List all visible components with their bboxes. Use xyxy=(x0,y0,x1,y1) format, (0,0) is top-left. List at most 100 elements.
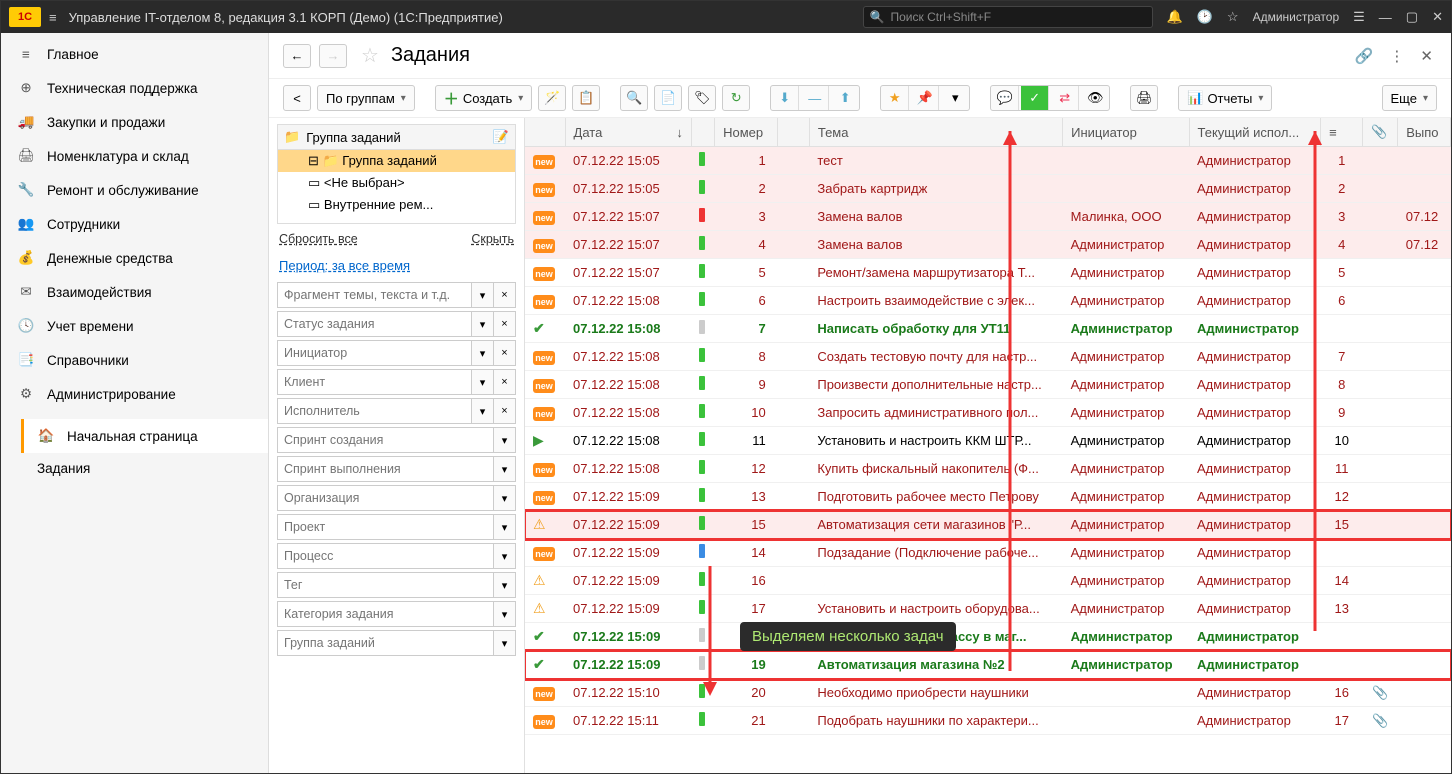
table-row[interactable]: ⚠07.12.22 15:0915Автоматизация сети мага… xyxy=(525,511,1451,539)
period-link[interactable]: Период: за все время xyxy=(277,254,516,277)
column-header[interactable]: Тема xyxy=(809,118,1062,147)
refresh-button[interactable]: ↻ xyxy=(722,85,750,111)
table-row[interactable]: ✔07.12.22 15:0918Установить ККМ на кассу… xyxy=(525,623,1451,651)
table-row[interactable]: ✔07.12.22 15:087Написать обработку для У… xyxy=(525,315,1451,343)
priority-low-button[interactable]: ⬇ xyxy=(771,86,799,110)
maximize-icon[interactable]: ▢ xyxy=(1406,9,1418,25)
priority-high-button[interactable]: ⬆ xyxy=(831,86,859,110)
comment-button[interactable]: 💬 xyxy=(991,86,1019,110)
table-row[interactable]: ▶07.12.22 15:0811Установить и настроить … xyxy=(525,427,1451,455)
table-row[interactable]: new07.12.22 15:0812Купить фискальный нак… xyxy=(525,455,1451,483)
back-button[interactable]: ← xyxy=(283,44,311,68)
menu-icon[interactable]: ≡ xyxy=(49,10,57,25)
task-table[interactable]: Дата ↓НомерТемаИнициаторТекущий испол...… xyxy=(525,118,1451,773)
table-row[interactable]: new07.12.22 15:086Настроить взаимодейств… xyxy=(525,287,1451,315)
user-name[interactable]: Администратор xyxy=(1253,10,1340,24)
column-header[interactable]: Дата ↓ xyxy=(565,118,691,147)
filter-button[interactable]: 📄 xyxy=(654,85,682,111)
pin-button[interactable]: 📌 xyxy=(911,86,939,110)
filter-dropdown-button[interactable]: ▾ xyxy=(494,485,516,511)
more-button[interactable]: Еще▾ xyxy=(1382,85,1437,111)
sidebar-sub-item-0[interactable]: 🏠Начальная страница xyxy=(21,419,268,453)
reset-filters-link[interactable]: Сбросить все xyxy=(279,232,358,246)
filter-input-4[interactable] xyxy=(277,398,472,424)
filter-input-3[interactable] xyxy=(277,369,472,395)
filter-dropdown-button[interactable]: ▾ xyxy=(494,427,516,453)
close-tab-icon[interactable]: ✕ xyxy=(1420,47,1433,65)
filter-clear-button[interactable]: × xyxy=(494,340,516,366)
bell-icon[interactable]: 🔔 xyxy=(1167,9,1183,25)
sidebar-item-0[interactable]: ≡Главное xyxy=(1,37,268,71)
collapse-button[interactable]: < xyxy=(283,85,311,111)
table-row[interactable]: new07.12.22 15:052Забрать картриджАдмини… xyxy=(525,175,1451,203)
filter-dropdown-button[interactable]: ▾ xyxy=(494,456,516,482)
group-mode-button[interactable]: По группам▾ xyxy=(317,85,415,111)
table-row[interactable]: new07.12.22 15:1020Необходимо приобрести… xyxy=(525,679,1451,707)
magic-button[interactable]: 🪄 xyxy=(538,85,566,111)
column-header[interactable]: Текущий испол... xyxy=(1189,118,1321,147)
filter-dropdown-button[interactable]: ▾ xyxy=(472,398,494,424)
table-row[interactable]: ⚠07.12.22 15:0916АдминистраторАдминистра… xyxy=(525,567,1451,595)
filter-dropdown-button[interactable]: ▾ xyxy=(494,543,516,569)
table-row[interactable]: new07.12.22 15:0810Запросить администрат… xyxy=(525,399,1451,427)
group-tree-row[interactable]: ⊟ 📁 Группа заданий xyxy=(278,150,515,172)
sidebar-sub-item-1[interactable]: Задания xyxy=(21,453,268,484)
filter-clear-button[interactable]: × xyxy=(494,311,516,337)
pin-dropdown[interactable]: ▾ xyxy=(941,86,969,110)
column-header[interactable]: Выпо xyxy=(1398,118,1451,147)
filter-dropdown-button[interactable]: ▾ xyxy=(494,630,516,656)
sidebar-item-6[interactable]: 💰Денежные средства xyxy=(1,241,268,275)
minimize-icon[interactable]: — xyxy=(1379,10,1392,25)
filter-input-0[interactable] xyxy=(277,282,472,308)
column-header[interactable] xyxy=(525,118,565,147)
settings-icon[interactable]: ☰ xyxy=(1353,9,1365,25)
filter-input-5[interactable] xyxy=(277,427,494,453)
column-header[interactable]: Номер xyxy=(715,118,778,147)
table-row[interactable]: new07.12.22 15:089Произвести дополнитель… xyxy=(525,371,1451,399)
swap-button[interactable]: ⇄ xyxy=(1051,86,1079,110)
filter-input-1[interactable] xyxy=(277,311,472,337)
filter-input-2[interactable] xyxy=(277,340,472,366)
filter-input-8[interactable] xyxy=(277,514,494,540)
forward-button[interactable]: → xyxy=(319,44,347,68)
filter-input-9[interactable] xyxy=(277,543,494,569)
sidebar-item-2[interactable]: 🚚Закупки и продажи xyxy=(1,105,268,139)
global-search[interactable]: 🔍 Поиск Ctrl+Shift+F xyxy=(863,6,1153,28)
filter-dropdown-button[interactable]: ▾ xyxy=(472,369,494,395)
copy-button[interactable]: 📋 xyxy=(572,85,600,111)
filter-dropdown-button[interactable]: ▾ xyxy=(494,572,516,598)
favorite-icon[interactable]: ☆ xyxy=(361,43,379,68)
sidebar-item-8[interactable]: 🕓Учет времени xyxy=(1,309,268,343)
filter-clear-button[interactable]: × xyxy=(494,282,516,308)
sidebar-item-10[interactable]: ⚙Администрирование xyxy=(1,377,268,411)
filter-input-11[interactable] xyxy=(277,601,494,627)
column-header[interactable]: ≡ xyxy=(1321,118,1363,147)
group-tree-row[interactable]: ▭ Внутренние рем... xyxy=(278,194,515,216)
star-button[interactable]: ★ xyxy=(881,86,909,110)
table-row[interactable]: new07.12.22 15:088Создать тестовую почту… xyxy=(525,343,1451,371)
hide-filters-link[interactable]: Скрыть xyxy=(471,232,514,246)
more-menu-icon[interactable]: ⋮ xyxy=(1389,47,1404,65)
table-row[interactable]: new07.12.22 15:0914Подзадание (Подключен… xyxy=(525,539,1451,567)
column-header[interactable] xyxy=(778,118,810,147)
sidebar-item-5[interactable]: 👥Сотрудники xyxy=(1,207,268,241)
reports-button[interactable]: 📊 Отчеты▾ xyxy=(1178,85,1272,111)
group-tree-row[interactable]: ▭ <Не выбран> xyxy=(278,172,515,194)
link-icon[interactable]: 🔗 xyxy=(1355,47,1374,65)
table-row[interactable]: new07.12.22 15:073Замена валовМалинка, О… xyxy=(525,203,1451,231)
sidebar-item-1[interactable]: ⊕Техническая поддержка xyxy=(1,71,268,105)
close-icon[interactable]: ✕ xyxy=(1432,9,1443,25)
filter-clear-button[interactable]: × xyxy=(494,369,516,395)
column-header[interactable]: 📎 xyxy=(1363,118,1398,147)
table-row[interactable]: new07.12.22 15:075Ремонт/замена маршрути… xyxy=(525,259,1451,287)
eye-button[interactable]: 👁 xyxy=(1081,86,1109,110)
filter-clear-button[interactable]: × xyxy=(494,398,516,424)
sidebar-item-3[interactable]: 🖨Номенклатура и склад xyxy=(1,139,268,173)
filter-input-10[interactable] xyxy=(277,572,494,598)
print-button[interactable]: 🖨 xyxy=(1130,85,1158,111)
group-tree[interactable]: 📁 Группа заданий 📝 ⊟ 📁 Группа заданий▭ <… xyxy=(277,124,516,224)
priority-mid-button[interactable]: — xyxy=(801,86,829,110)
table-row[interactable]: new07.12.22 15:0913Подготовить рабочее м… xyxy=(525,483,1451,511)
table-row[interactable]: ⚠07.12.22 15:0917Установить и настроить … xyxy=(525,595,1451,623)
sidebar-item-7[interactable]: ✉Взаимодействия xyxy=(1,275,268,309)
